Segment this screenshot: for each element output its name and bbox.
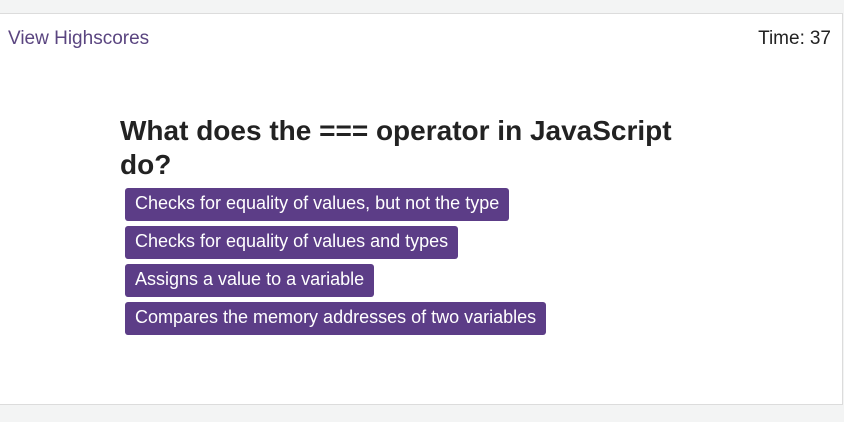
timer-label: Time: bbox=[758, 28, 805, 49]
question-title: What does the === operator in JavaScript… bbox=[120, 115, 672, 180]
quiz-card: View Highscores Time: 37 What does the ==… bbox=[0, 13, 843, 405]
choice-item: Compares the memory addresses of two var… bbox=[125, 302, 720, 335]
choice-item: Assigns a value to a variable bbox=[125, 264, 720, 297]
choice-button-1[interactable]: Checks for equality of values, but not t… bbox=[125, 188, 510, 221]
question-panel: What does the === operator in JavaScript… bbox=[120, 114, 720, 340]
choice-button-2[interactable]: Checks for equality of values and types bbox=[125, 226, 459, 259]
choice-item: Checks for equality of values, but not t… bbox=[125, 188, 720, 221]
view-highscores-link[interactable]: View Highscores bbox=[8, 28, 149, 50]
timer-value: 37 bbox=[809, 28, 831, 49]
choices-list: Checks for equality of values, but not t… bbox=[120, 188, 720, 335]
choice-button-4[interactable]: Compares the memory addresses of two var… bbox=[125, 302, 547, 335]
choice-item: Checks for equality of values and types bbox=[125, 226, 720, 259]
choice-button-3[interactable]: Assigns a value to a variable bbox=[125, 264, 375, 297]
timer: Time: 37 bbox=[758, 28, 831, 50]
